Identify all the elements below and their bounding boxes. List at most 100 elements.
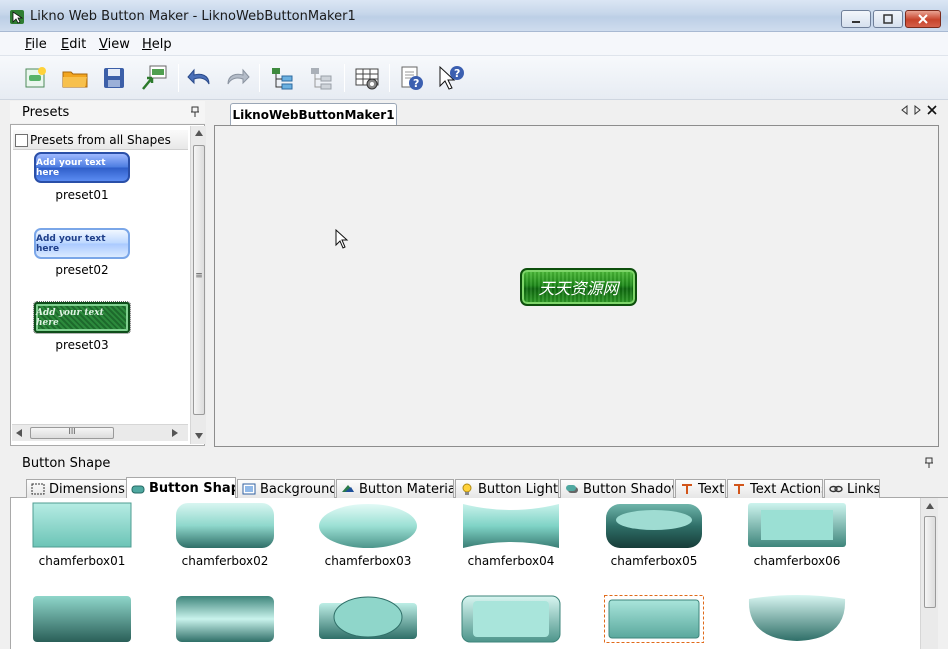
- save-icon: [104, 68, 124, 88]
- shape-grid-scrollbar[interactable]: [920, 498, 938, 649]
- settings-button[interactable]: [352, 63, 382, 93]
- tree-add-icon: [272, 68, 293, 90]
- whats-this-icon: ?: [439, 65, 464, 90]
- tab-text[interactable]: Text: [675, 479, 726, 498]
- tab-button-lights[interactable]: Button Lights: [455, 479, 559, 498]
- presets-title: Presets: [22, 105, 70, 120]
- preset-label-01: preset01: [55, 188, 109, 202]
- scroll-up-icon[interactable]: [195, 130, 203, 136]
- settings-grid-icon: [355, 68, 379, 90]
- presets-horizontal-thumb[interactable]: III: [30, 427, 114, 439]
- presets-all-shapes-checkbox[interactable]: [15, 134, 28, 147]
- scroll-grip: ≡: [195, 271, 203, 281]
- shape-label-chamferbox01: chamferbox01: [38, 554, 126, 568]
- presets-all-shapes-label: Presets from all Shapes: [30, 133, 171, 147]
- shape-row2-item3[interactable]: [318, 595, 418, 643]
- shape-row2-item5-selected[interactable]: [604, 595, 704, 643]
- presets-panel: Presets from all Shapes Add your text he…: [10, 124, 206, 446]
- shape-panel-header: Button Shape: [10, 452, 948, 474]
- whats-this-button[interactable]: ?: [436, 63, 466, 93]
- help-button[interactable]: ?: [397, 63, 427, 93]
- presets-vertical-scrollbar[interactable]: ≡: [190, 126, 206, 444]
- pin-icon[interactable]: [190, 106, 200, 118]
- dimensions-icon: [31, 483, 45, 495]
- menu-view[interactable]: View: [99, 37, 130, 52]
- shape-row2-item4[interactable]: [461, 595, 561, 643]
- scroll-up-icon[interactable]: [926, 503, 934, 509]
- shape-label-chamferbox05: chamferbox05: [610, 554, 698, 568]
- preset-button-01[interactable]: Add your text here: [34, 152, 130, 183]
- window-title: Likno Web Button Maker - LiknoWebButtonM…: [30, 9, 356, 24]
- presets-vertical-thumb[interactable]: ≡: [193, 145, 205, 415]
- preview-button[interactable]: 天天资源网: [520, 268, 637, 306]
- shape-chamferbox02[interactable]: [175, 502, 275, 550]
- open-button[interactable]: [60, 63, 90, 93]
- minimize-icon: [852, 21, 860, 23]
- tab-links[interactable]: Links: [824, 479, 880, 498]
- scroll-down-icon[interactable]: [195, 433, 203, 439]
- help-icon: ?: [401, 66, 423, 90]
- shape-row2-item2[interactable]: [175, 595, 275, 643]
- export-gif-icon: [142, 65, 167, 90]
- document-tab-bar: LiknoWebButtonMaker1: [214, 101, 948, 125]
- close-button[interactable]: [905, 10, 941, 28]
- new-button[interactable]: [21, 63, 51, 93]
- toolbar-separator: [259, 64, 260, 92]
- tree-remove-button[interactable]: [306, 63, 336, 93]
- text-actions-icon: [734, 484, 744, 494]
- design-canvas[interactable]: 天天资源网: [214, 125, 939, 447]
- maximize-button[interactable]: [873, 10, 903, 28]
- tab-liknowebbuttonmaker1[interactable]: LiknoWebButtonMaker1: [230, 103, 397, 125]
- tab-text-actions[interactable]: Text Actions: [727, 479, 823, 498]
- svg-text:?: ?: [454, 67, 460, 80]
- tab-button-shadow[interactable]: Button Shadow: [560, 479, 674, 498]
- presets-header: Presets: [10, 101, 205, 123]
- svg-text:?: ?: [413, 77, 419, 90]
- menu-help[interactable]: Help: [142, 37, 172, 52]
- shape-grid-thumb[interactable]: [924, 516, 936, 608]
- undo-button[interactable]: [185, 63, 215, 93]
- tab-background[interactable]: Background: [237, 479, 335, 498]
- close-icon: [918, 14, 928, 24]
- tree-add-button[interactable]: [267, 63, 297, 93]
- tree-remove-icon: [311, 68, 332, 90]
- lightbulb-icon: [462, 483, 472, 495]
- shape-tab-strip: Dimensions Button Shape Background Butto…: [10, 477, 948, 499]
- preset-button-03[interactable]: Add your text here: [33, 301, 131, 334]
- shape-chamferbox06[interactable]: [747, 502, 847, 550]
- tab-close-icon[interactable]: [927, 105, 937, 115]
- undo-icon: [187, 68, 210, 85]
- shape-grid: chamferbox01 chamferbox02 chamferbox03 c…: [10, 498, 938, 649]
- title-bar: Likno Web Button Maker - LiknoWebButtonM…: [0, 0, 948, 32]
- new-icon: [25, 67, 46, 88]
- menu-file[interactable]: File: [25, 37, 47, 52]
- tab-button-shape[interactable]: Button Shape: [126, 477, 236, 499]
- text-icon: [682, 484, 692, 494]
- tab-dimensions[interactable]: Dimensions: [26, 479, 132, 498]
- pin-icon[interactable]: [924, 457, 934, 469]
- shape-chamferbox01[interactable]: [32, 502, 132, 550]
- preset-button-02[interactable]: Add your text here: [34, 228, 130, 259]
- shape-row2-item6[interactable]: [747, 595, 847, 643]
- presets-horizontal-scrollbar[interactable]: III: [12, 424, 188, 441]
- export-gif-button[interactable]: [139, 63, 169, 93]
- shape-chamferbox04[interactable]: [461, 502, 561, 550]
- tab-button-material[interactable]: Button Material: [336, 479, 454, 498]
- toolbar-separator: [389, 64, 390, 92]
- preset-label-02: preset02: [55, 263, 109, 277]
- shape-chamferbox05[interactable]: [604, 502, 704, 550]
- tab-scroll-right-icon[interactable]: [914, 105, 922, 115]
- shape-label-chamferbox04: chamferbox04: [467, 554, 555, 568]
- shape-row2-item1[interactable]: [32, 595, 132, 643]
- scroll-left-icon[interactable]: [16, 429, 22, 437]
- menu-edit[interactable]: Edit: [61, 37, 86, 52]
- presets-all-shapes-row[interactable]: Presets from all Shapes: [13, 130, 188, 150]
- minimize-button[interactable]: [841, 10, 871, 28]
- mouse-cursor-icon: [335, 229, 349, 249]
- tab-scroll-left-icon[interactable]: [900, 105, 908, 115]
- scroll-right-icon[interactable]: [172, 429, 178, 437]
- redo-button[interactable]: [222, 63, 252, 93]
- shape-chamferbox03[interactable]: [318, 502, 418, 550]
- material-icon: [342, 485, 354, 492]
- save-button[interactable]: [99, 63, 129, 93]
